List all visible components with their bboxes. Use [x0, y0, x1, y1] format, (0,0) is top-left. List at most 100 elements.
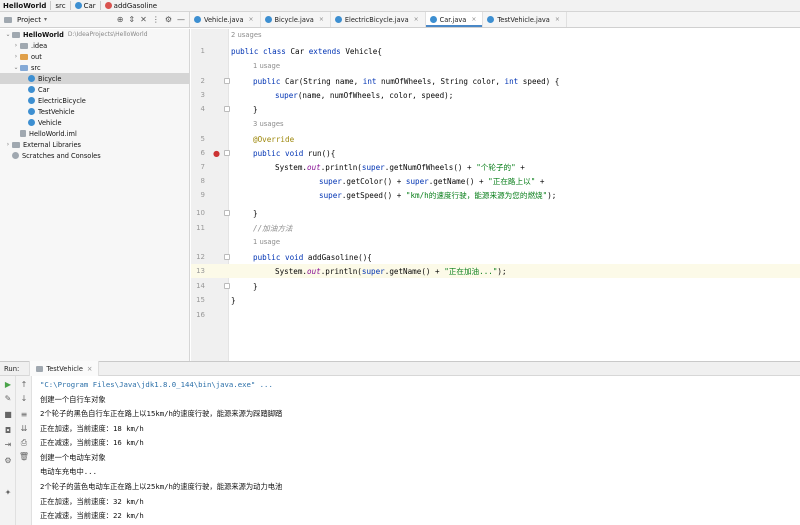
- code-editor[interactable]: 2 usages 1 public class Car extends Vehi…: [191, 29, 800, 361]
- chevron-right-icon[interactable]: ›: [12, 42, 20, 49]
- exit-icon[interactable]: ⇥: [0, 440, 16, 449]
- breadcrumb-class[interactable]: Car: [72, 0, 99, 12]
- arrow-down-icon[interactable]: ↓: [16, 394, 32, 403]
- rerun-icon[interactable]: ▶: [0, 380, 16, 389]
- chevron-right-icon[interactable]: ›: [12, 53, 20, 60]
- more-icon[interactable]: ⋮: [152, 15, 160, 24]
- hide-icon[interactable]: —: [177, 15, 185, 24]
- close-icon[interactable]: ×: [249, 16, 254, 23]
- console-output[interactable]: "C:\Program Files\Java\jdk1.8.0_144\bin\…: [33, 376, 800, 525]
- tree-item-src[interactable]: ⌄ src: [0, 62, 189, 73]
- line-number: 15: [196, 296, 205, 304]
- tab-electric-bicycle[interactable]: ElectricBicycle.java ×: [331, 12, 426, 27]
- stop-icon[interactable]: ■: [0, 410, 16, 419]
- close-icon[interactable]: ×: [87, 365, 93, 373]
- code-line-16[interactable]: 16: [191, 308, 800, 322]
- tree-item-helloworld[interactable]: ⌄ HelloWorld D:\IdeaProjects\HelloWorld: [0, 29, 189, 40]
- close-icon[interactable]: ×: [555, 16, 560, 23]
- chevron-down-icon[interactable]: ⌄: [12, 64, 20, 71]
- code-line-12[interactable]: 12 public void addGasoline(){: [191, 250, 800, 264]
- trash-icon[interactable]: 🗑: [16, 452, 32, 461]
- tab-label: Bicycle.java: [274, 15, 314, 24]
- code-line-14[interactable]: 14 }: [191, 279, 800, 293]
- usage-hint[interactable]: 1 usage: [253, 238, 280, 246]
- fold-icon[interactable]: [224, 254, 230, 260]
- close-icon[interactable]: ×: [319, 16, 324, 23]
- fold-icon[interactable]: [224, 283, 230, 289]
- breadcrumb-project[interactable]: HelloWorld: [0, 0, 49, 12]
- method-icon: [104, 2, 112, 9]
- tree-item-scratches[interactable]: Scratches and Consoles: [0, 150, 189, 161]
- code-line-4[interactable]: 4 }: [191, 102, 800, 116]
- breadcrumb-folder[interactable]: src: [52, 0, 68, 12]
- chevron-down-icon[interactable]: ⌄: [4, 31, 12, 38]
- tree-item-electric-bicycle[interactable]: ElectricBicycle: [0, 95, 189, 106]
- line-number: 13: [196, 267, 205, 275]
- tree-item-label: External Libraries: [23, 140, 81, 149]
- wrench-icon[interactable]: ✎: [0, 394, 16, 403]
- close-all-icon[interactable]: ✕: [140, 15, 147, 24]
- code-line-3[interactable]: 3 super(name, numOfWheels, color, speed)…: [191, 88, 800, 102]
- usage-hint[interactable]: 3 usages: [253, 120, 284, 128]
- collapse-all-icon[interactable]: ⇕: [128, 15, 135, 24]
- code-line-13-current[interactable]: 13 System.out.println(super.getName() + …: [191, 264, 800, 278]
- code-line-11[interactable]: 11 //加油方法: [191, 221, 800, 235]
- code-text: public Car(String name, int numOfWheels,…: [253, 76, 560, 86]
- tree-item-idea[interactable]: › .idea: [0, 40, 189, 51]
- arrow-up-icon[interactable]: ↑: [16, 380, 32, 389]
- close-icon[interactable]: ×: [414, 16, 419, 23]
- project-view-label: Project: [17, 15, 41, 24]
- scroll-to-end-icon[interactable]: ⇊: [16, 424, 32, 433]
- tree-item-label: HelloWorld.iml: [29, 129, 77, 138]
- tree-item-iml[interactable]: HelloWorld.iml: [0, 128, 189, 139]
- code-line-6[interactable]: 6 ● public void run(){: [191, 146, 800, 160]
- gear-icon[interactable]: ⚙: [0, 456, 16, 465]
- close-icon[interactable]: ×: [471, 16, 476, 23]
- chevron-right-icon[interactable]: ›: [4, 141, 12, 148]
- print-icon[interactable]: ⎙: [16, 438, 32, 448]
- tree-item-out[interactable]: › out: [0, 51, 189, 62]
- tab-vehicle[interactable]: Vehicle.java ×: [190, 12, 261, 27]
- override-method-icon[interactable]: ●: [213, 149, 220, 158]
- line-number: 12: [196, 253, 205, 261]
- code-comment: //加油方法: [253, 223, 293, 233]
- code-text: System.out.println(super.getName() + "正在…: [275, 266, 507, 276]
- run-tab-test-vehicle[interactable]: TestVehicle ×: [29, 361, 100, 376]
- breadcrumb-separator: [50, 1, 52, 10]
- fold-icon[interactable]: [224, 106, 230, 112]
- usage-hint[interactable]: 1 usage: [253, 62, 280, 70]
- tree-item-label: HelloWorld: [23, 30, 64, 39]
- tree-item-external-libraries[interactable]: › External Libraries: [0, 139, 189, 150]
- tree-item-bicycle[interactable]: Bicycle: [0, 73, 189, 84]
- code-line-5[interactable]: 5 @Override: [191, 132, 800, 146]
- code-line-8[interactable]: 8 super.getColor() + super.getName() + "…: [191, 174, 800, 188]
- project-view-selector[interactable]: Project ▾ ⊕ ⇕ ✕ ⋮ ⚙ —: [0, 12, 190, 27]
- code-line-9[interactable]: 9 super.getSpeed() + "km/h的速度行驶，能源来源为您的燃…: [191, 188, 800, 202]
- gear-icon[interactable]: ⚙: [165, 15, 172, 24]
- fold-icon[interactable]: [224, 78, 230, 84]
- tab-car[interactable]: Car.java ×: [425, 12, 484, 27]
- tree-item-test-vehicle[interactable]: TestVehicle: [0, 106, 189, 117]
- camera-icon[interactable]: ◘: [0, 426, 16, 435]
- tab-bicycle[interactable]: Bicycle.java ×: [261, 12, 331, 27]
- code-line-1[interactable]: 1 public class Car extends Vehicle{: [191, 44, 800, 58]
- tree-item-car[interactable]: Car: [0, 84, 189, 95]
- class-icon: [28, 119, 35, 126]
- code-line-7[interactable]: 7 System.out.println(super.getNumOfWheel…: [191, 160, 800, 174]
- soft-wrap-icon[interactable]: ≡: [16, 410, 32, 419]
- code-line-2[interactable]: 2 public Car(String name, int numOfWheel…: [191, 74, 800, 88]
- usage-hint[interactable]: 2 usages: [231, 31, 262, 39]
- fold-icon[interactable]: [224, 150, 230, 156]
- breadcrumb-method[interactable]: addGasoline: [102, 0, 160, 12]
- tab-test-vehicle[interactable]: TestVehicle.java ×: [483, 12, 567, 27]
- tree-item-vehicle[interactable]: Vehicle: [0, 117, 189, 128]
- project-tree: ⌄ HelloWorld D:\IdeaProjects\HelloWorld …: [0, 29, 190, 361]
- class-icon: [74, 2, 82, 9]
- code-line-15[interactable]: 15 }: [191, 293, 800, 307]
- code-line-10[interactable]: 10 }: [191, 206, 800, 220]
- pin-icon[interactable]: ✦: [0, 488, 16, 497]
- line-number: 5: [200, 135, 205, 143]
- console-line: 2个轮子的蓝色电动车正在路上以25km/h的速度行驶，能源来源为动力电池: [40, 482, 283, 491]
- locate-icon[interactable]: ⊕: [117, 15, 124, 24]
- fold-icon[interactable]: [224, 210, 230, 216]
